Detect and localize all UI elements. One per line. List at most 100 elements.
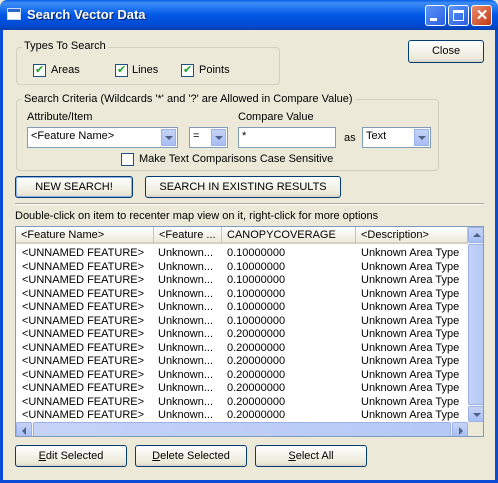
feature-type-cell: Unknown... — [158, 328, 214, 340]
feature-type-cell: Unknown... — [158, 287, 214, 300]
table-row[interactable]: <UNNAMED FEATURE> Unknown... 0.20000000 Unk… — [16, 342, 468, 355]
table-row[interactable]: <UNNAMED FEATURE> Unknown... 0.20000000 Unk… — [16, 409, 468, 422]
search-existing-results-button[interactable]: SEARCH IN EXISTING RESULTS — [145, 176, 341, 198]
canopy-coverage-cell: 0.10000000 — [227, 301, 286, 313]
scroll-down-button[interactable] — [468, 406, 483, 422]
description-cell: Unknown Area Type — [361, 328, 460, 340]
results-list[interactable]: <Feature Name> <Feature ... CANOPYCOVERA… — [15, 226, 484, 437]
scroll-up-button[interactable] — [468, 227, 483, 243]
chevron-right-icon — [459, 427, 463, 435]
attribute-value: <Feature Name> — [31, 130, 115, 142]
feature-name-cell: <UNNAMED FEATURE> — [22, 301, 145, 313]
points-checkbox[interactable] — [181, 63, 194, 77]
feature-name-cell: <UNNAMED FEATURE> — [22, 368, 145, 381]
table-row[interactable]: <UNNAMED FEATURE> Unknown... 0.20000000 Unk… — [16, 369, 468, 382]
case-sensitive-checkbox[interactable] — [121, 153, 134, 166]
feature-type-cell: Unknown... — [158, 409, 214, 421]
scroll-right-button[interactable] — [452, 422, 468, 436]
edit-selected-button[interactable]: Edit Selected — [15, 445, 127, 467]
maximize-button[interactable] — [448, 5, 469, 26]
table-row[interactable]: <UNNAMED FEATURE> Unknown... 0.10000000 Unk… — [16, 247, 468, 260]
canopy-coverage-cell: 0.20000000 — [227, 355, 286, 367]
vertical-scroll-thumb[interactable] — [468, 244, 483, 405]
operator-dropdown[interactable]: = — [189, 127, 228, 148]
compare-value-input[interactable]: * — [238, 127, 336, 148]
feature-name-cell: <UNNAMED FEATURE> — [22, 328, 145, 340]
compare-value-text: * — [242, 130, 247, 142]
as-label: as — [344, 132, 356, 144]
close-button[interactable]: Close — [408, 40, 484, 63]
description-cell: Unknown Area Type — [361, 382, 460, 394]
canopy-coverage-cell: 0.20000000 — [227, 395, 286, 408]
minimize-icon — [430, 18, 437, 21]
feature-name-cell: <UNNAMED FEATURE> — [22, 274, 145, 286]
compare-type-dropdown[interactable]: Text — [362, 127, 431, 148]
feature-name-cell: <UNNAMED FEATURE> — [22, 382, 145, 394]
feature-type-cell: Unknown... — [158, 368, 214, 381]
feature-type-cell: Unknown... — [158, 260, 214, 273]
minimize-button[interactable] — [425, 5, 446, 26]
feature-type-cell: Unknown... — [158, 382, 214, 394]
close-window-button[interactable]: ✕ — [471, 5, 492, 26]
description-cell: Unknown Area Type — [361, 368, 460, 381]
chevron-down-icon[interactable] — [211, 129, 226, 146]
attribute-dropdown[interactable]: <Feature Name> — [27, 127, 178, 148]
canopy-coverage-cell: 0.10000000 — [227, 274, 286, 286]
search-criteria-label: Search Criteria (Wildcards '*' and '?' a… — [22, 93, 355, 105]
column-header-feature-name[interactable]: <Feature Name> — [16, 227, 154, 244]
canopy-coverage-cell: 0.20000000 — [227, 341, 286, 354]
table-row[interactable]: <UNNAMED FEATURE> Unknown... 0.20000000 Unk… — [16, 396, 468, 409]
chevron-up-icon — [473, 233, 481, 237]
table-row[interactable]: <UNNAMED FEATURE> Unknown... 0.10000000 Unk… — [16, 288, 468, 301]
canopy-coverage-cell: 0.20000000 — [227, 409, 286, 421]
feature-name-cell: <UNNAMED FEATURE> — [22, 355, 145, 367]
select-all-label: elect All — [295, 450, 334, 462]
canopy-coverage-cell: 0.20000000 — [227, 328, 286, 340]
compare-type-value: Text — [366, 130, 387, 142]
table-row[interactable]: <UNNAMED FEATURE> Unknown... 0.10000000 Unk… — [16, 301, 468, 314]
delete-selected-button[interactable]: Delete Selected — [135, 445, 247, 467]
feature-name-cell: <UNNAMED FEATURE> — [22, 287, 145, 300]
description-cell: Unknown Area Type — [361, 314, 460, 327]
table-row[interactable]: <UNNAMED FEATURE> Unknown... 0.20000000 Unk… — [16, 382, 468, 395]
description-cell: Unknown Area Type — [361, 287, 460, 300]
feature-name-cell: <UNNAMED FEATURE> — [22, 395, 145, 408]
feature-name-cell: <UNNAMED FEATURE> — [22, 247, 145, 259]
delete-selected-accelerator: D — [152, 450, 161, 462]
description-cell: Unknown Area Type — [361, 395, 460, 408]
chevron-down-icon[interactable] — [161, 129, 176, 146]
feature-name-cell: <UNNAMED FEATURE> — [22, 314, 145, 327]
case-sensitive-label: Make Text Comparisons Case Sensitive — [139, 153, 334, 165]
table-row[interactable]: <UNNAMED FEATURE> Unknown... 0.10000000 Unk… — [16, 315, 468, 328]
areas-checkbox[interactable] — [33, 63, 46, 77]
table-row[interactable]: <UNNAMED FEATURE> Unknown... 0.10000000 Unk… — [16, 274, 468, 287]
points-label: Points — [199, 64, 230, 76]
canopy-coverage-cell: 0.10000000 — [227, 314, 286, 327]
horizontal-scroll-thumb[interactable] — [33, 422, 451, 436]
lines-checkbox[interactable] — [115, 63, 128, 77]
separator — [15, 203, 484, 205]
table-row[interactable]: <UNNAMED FEATURE> Unknown... 0.20000000 Unk… — [16, 328, 468, 341]
canopy-coverage-cell: 0.20000000 — [227, 368, 286, 381]
table-row[interactable]: <UNNAMED FEATURE> Unknown... 0.10000000 Unk… — [16, 261, 468, 274]
description-cell: Unknown Area Type — [361, 274, 460, 286]
column-header-feature-type[interactable]: <Feature ... — [154, 227, 222, 244]
horizontal-scrollbar[interactable] — [16, 422, 468, 436]
vertical-scrollbar[interactable] — [468, 227, 483, 422]
maximize-icon — [453, 10, 464, 21]
chevron-down-icon — [473, 413, 481, 417]
column-header-description[interactable]: <Description> — [356, 227, 468, 244]
table-row[interactable]: <UNNAMED FEATURE> Unknown... 0.20000000 Unk… — [16, 355, 468, 368]
feature-type-cell: Unknown... — [158, 355, 214, 367]
feature-type-cell: Unknown... — [158, 274, 214, 286]
scroll-left-button[interactable] — [16, 422, 32, 436]
attribute-label: Attribute/Item — [27, 111, 93, 123]
feature-type-cell: Unknown... — [158, 301, 214, 313]
column-header-canopy-coverage[interactable]: CANOPYCOVERAGE — [222, 227, 356, 244]
edit-selected-label: dit Selected — [45, 450, 104, 462]
select-all-button[interactable]: Select All — [255, 445, 367, 467]
scroll-corner — [468, 422, 483, 436]
chevron-down-icon[interactable] — [414, 129, 429, 146]
window-app-icon — [7, 8, 21, 20]
new-search-button[interactable]: NEW SEARCH! — [15, 176, 133, 198]
